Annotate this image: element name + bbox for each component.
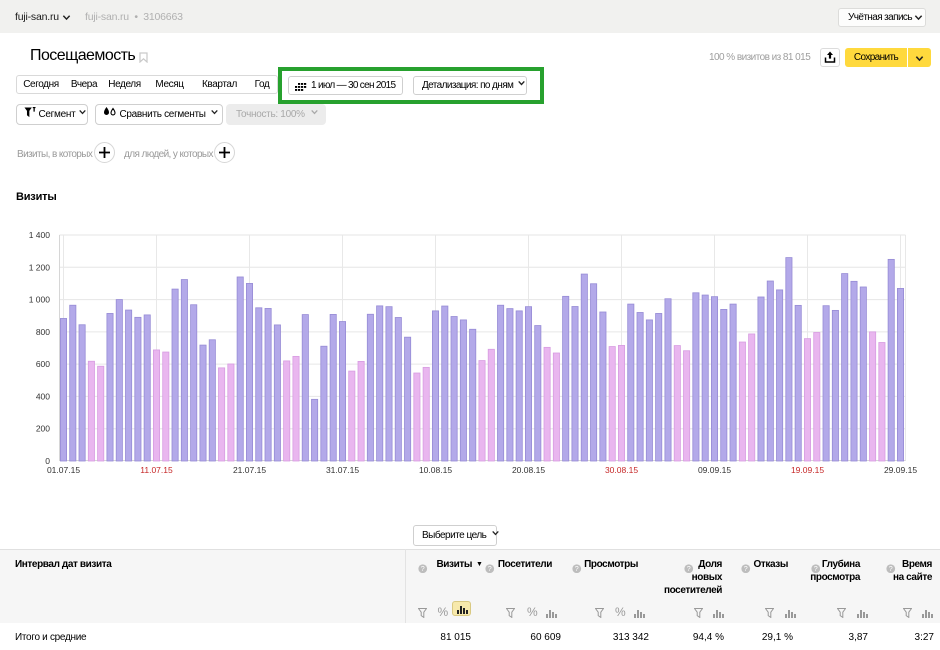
svg-text:200: 200 <box>36 424 50 434</box>
svg-text:400: 400 <box>36 391 50 401</box>
svg-text:30.08.15: 30.08.15 <box>605 465 638 475</box>
svg-text:29.09.15: 29.09.15 <box>884 465 917 475</box>
svg-text:20.08.15: 20.08.15 <box>512 465 545 475</box>
svg-text:10.08.15: 10.08.15 <box>419 465 452 475</box>
svg-text:800: 800 <box>36 327 50 337</box>
svg-text:?: ? <box>889 565 893 573</box>
svg-text:21.07.15: 21.07.15 <box>233 465 266 475</box>
svg-text:1 200: 1 200 <box>29 262 51 272</box>
svg-text:01.07.15: 01.07.15 <box>47 465 80 475</box>
svg-text:11.07.15: 11.07.15 <box>140 465 173 475</box>
svg-text:1 000: 1 000 <box>29 295 51 305</box>
svg-text:19.09.15: 19.09.15 <box>791 465 824 475</box>
svg-text:600: 600 <box>36 359 50 369</box>
svg-text:1 400: 1 400 <box>29 230 51 240</box>
svg-text:09.09.15: 09.09.15 <box>698 465 731 475</box>
svg-text:31.07.15: 31.07.15 <box>326 465 359 475</box>
